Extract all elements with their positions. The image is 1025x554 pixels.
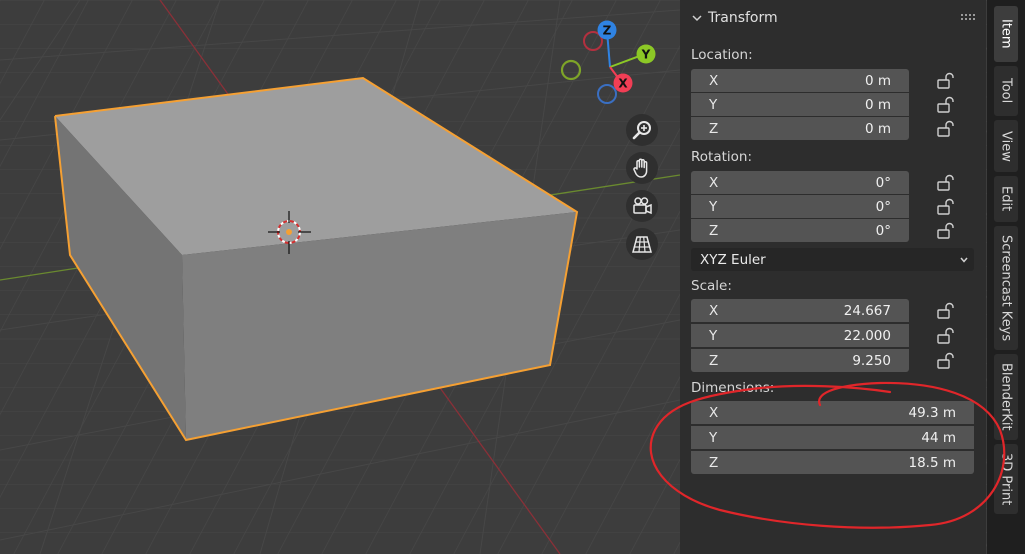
- unlock-icon[interactable]: [936, 96, 956, 114]
- scale-label: Scale:: [691, 278, 732, 294]
- tab-blenderkit[interactable]: BlenderKit: [994, 354, 1018, 440]
- location-z-field[interactable]: Z 0 m: [691, 117, 909, 140]
- tab-item[interactable]: Item: [994, 6, 1018, 62]
- rotation-mode-select[interactable]: XYZ Euler: [691, 248, 974, 271]
- camera-icon: [633, 197, 652, 215]
- gizmo-y-label: Y: [641, 48, 651, 62]
- unlock-icon[interactable]: [936, 352, 956, 370]
- unlock-icon[interactable]: [936, 174, 956, 192]
- dimensions-x-field[interactable]: X 49.3 m: [691, 401, 974, 424]
- transform-panel-header[interactable]: Transform: [680, 0, 986, 36]
- unlock-icon[interactable]: [936, 72, 956, 90]
- location-label: Location:: [691, 47, 753, 63]
- gizmo-z-label: Z: [603, 24, 612, 38]
- dimensions-label: Dimensions:: [691, 380, 775, 396]
- zoom-button[interactable]: [626, 114, 658, 146]
- rotation-label: Rotation:: [691, 149, 753, 165]
- tab-tool[interactable]: Tool: [994, 66, 1018, 116]
- grid-perspective-icon: [632, 236, 652, 253]
- scale-x-field[interactable]: X 24.667: [691, 299, 909, 322]
- camera-view-button[interactable]: [626, 190, 658, 222]
- tab-3d-print[interactable]: 3D Print: [994, 444, 1018, 514]
- gizmo-x-label: X: [618, 77, 628, 91]
- unlock-icon[interactable]: [936, 198, 956, 216]
- rotation-x-field[interactable]: X 0°: [691, 171, 909, 194]
- sidebar-tab-strip: Item Tool View Edit Screencast Keys Blen…: [987, 0, 1025, 554]
- unlock-icon[interactable]: [936, 222, 956, 240]
- dimensions-z-field[interactable]: Z 18.5 m: [691, 451, 974, 474]
- unlock-icon[interactable]: [936, 302, 956, 320]
- unlock-icon[interactable]: [936, 120, 956, 138]
- tab-view[interactable]: View: [994, 120, 1018, 172]
- perspective-toggle-button[interactable]: [626, 228, 658, 260]
- location-y-field[interactable]: Y 0 m: [691, 93, 909, 116]
- pan-button[interactable]: [626, 152, 658, 184]
- drag-grip-icon[interactable]: [960, 12, 976, 22]
- unlock-icon[interactable]: [936, 327, 956, 345]
- tab-edit[interactable]: Edit: [994, 176, 1018, 222]
- chevron-down-icon: [692, 15, 702, 22]
- tab-screencast-keys[interactable]: Screencast Keys: [994, 226, 1018, 350]
- dimensions-y-field[interactable]: Y 44 m: [691, 426, 974, 449]
- scale-y-field[interactable]: Y 22.000: [691, 324, 909, 347]
- sidebar-panel: Transform Location: X 0 m Y 0 m Z 0 m Ro…: [680, 0, 986, 554]
- panel-title: Transform: [708, 10, 778, 26]
- hand-pan-icon: [633, 158, 648, 178]
- chevron-down-icon: [960, 257, 968, 263]
- rotation-z-field[interactable]: Z 0°: [691, 219, 909, 242]
- scale-z-field[interactable]: Z 9.250: [691, 349, 909, 372]
- zoom-icon: [632, 121, 651, 140]
- location-x-field[interactable]: X 0 m: [691, 69, 909, 92]
- rotation-y-field[interactable]: Y 0°: [691, 195, 909, 218]
